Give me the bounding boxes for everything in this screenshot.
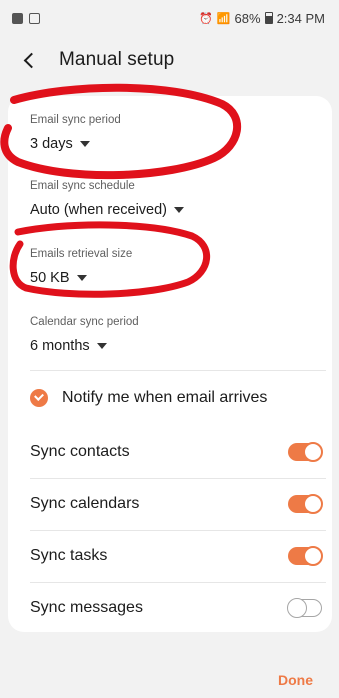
toggle-knob bbox=[303, 546, 323, 566]
page-title: Manual setup bbox=[59, 49, 175, 70]
email-sync-period-dropdown[interactable]: 3 days bbox=[30, 136, 320, 152]
toggle-knob bbox=[303, 494, 323, 514]
dropdown-caret-icon bbox=[174, 207, 185, 213]
notify-label: Notify me when email arrives bbox=[62, 389, 268, 406]
toggle-knob bbox=[286, 597, 307, 618]
sync-tasks-toggle[interactable] bbox=[288, 546, 323, 566]
facebook-icon bbox=[12, 12, 23, 24]
sync-tasks-label: Sync tasks bbox=[30, 547, 108, 564]
system-icons: ⏰ 📶 68% 2:34 PM bbox=[199, 11, 325, 26]
sync-messages-label: Sync messages bbox=[30, 599, 143, 616]
gallery-icon bbox=[29, 12, 40, 24]
alarm-icon: ⏰ bbox=[199, 12, 213, 25]
sync-contacts-label: Sync contacts bbox=[30, 443, 130, 460]
battery-percent: 68% bbox=[234, 10, 261, 26]
back-arrow-icon[interactable] bbox=[23, 52, 40, 68]
done-button[interactable]: Done bbox=[278, 672, 313, 688]
dropdown-caret-icon bbox=[96, 343, 107, 349]
clock: 2:34 PM bbox=[276, 10, 325, 26]
sync-tasks-row[interactable]: Sync tasks bbox=[30, 530, 326, 582]
email-sync-period-value: 3 days bbox=[30, 136, 73, 152]
notify-checkbox-row[interactable]: Notify me when email arrives bbox=[30, 380, 326, 416]
emails-retrieval-size-dropdown[interactable]: 50 KB bbox=[30, 270, 320, 286]
sync-calendars-toggle[interactable] bbox=[288, 494, 323, 514]
sync-calendars-row[interactable]: Sync calendars bbox=[30, 478, 326, 530]
sync-contacts-row[interactable]: Sync contacts bbox=[30, 426, 326, 478]
wifi-icon: 📶 bbox=[216, 12, 231, 25]
sync-contacts-toggle[interactable] bbox=[288, 442, 323, 462]
email-sync-schedule-label: Email sync schedule bbox=[30, 180, 135, 192]
emails-retrieval-size-label: Emails retrieval size bbox=[30, 248, 133, 260]
toggle-knob bbox=[303, 442, 323, 462]
email-sync-period-label: Email sync period bbox=[30, 114, 121, 126]
sync-messages-row[interactable]: Sync messages bbox=[30, 582, 326, 634]
email-sync-schedule-field[interactable]: Email sync schedule Auto (when received) bbox=[30, 180, 320, 218]
emails-retrieval-size-value: 50 KB bbox=[30, 270, 70, 286]
calendar-sync-period-label: Calendar sync period bbox=[30, 316, 139, 328]
dropdown-caret-icon bbox=[79, 141, 90, 147]
sync-messages-toggle[interactable] bbox=[286, 597, 322, 618]
divider bbox=[30, 370, 326, 371]
battery-icon bbox=[264, 12, 273, 24]
calendar-sync-period-field[interactable]: Calendar sync period 6 months bbox=[30, 316, 320, 354]
notification-icons bbox=[12, 12, 40, 24]
calendar-sync-period-value: 6 months bbox=[30, 338, 90, 354]
email-sync-period-field[interactable]: Email sync period 3 days bbox=[30, 114, 320, 152]
sync-calendars-label: Sync calendars bbox=[30, 495, 140, 512]
calendar-sync-period-dropdown[interactable]: 6 months bbox=[30, 338, 320, 354]
app-header: Manual setup bbox=[0, 38, 339, 82]
email-sync-schedule-dropdown[interactable]: Auto (when received) bbox=[30, 202, 320, 218]
status-bar: ⏰ 📶 68% 2:34 PM bbox=[0, 0, 339, 36]
checkbox-checked-icon[interactable] bbox=[30, 389, 48, 407]
settings-card: Email sync period 3 days Email sync sche… bbox=[8, 96, 332, 632]
dropdown-caret-icon bbox=[76, 275, 87, 281]
email-sync-schedule-value: Auto (when received) bbox=[30, 202, 168, 218]
emails-retrieval-size-field[interactable]: Emails retrieval size 50 KB bbox=[30, 248, 320, 286]
